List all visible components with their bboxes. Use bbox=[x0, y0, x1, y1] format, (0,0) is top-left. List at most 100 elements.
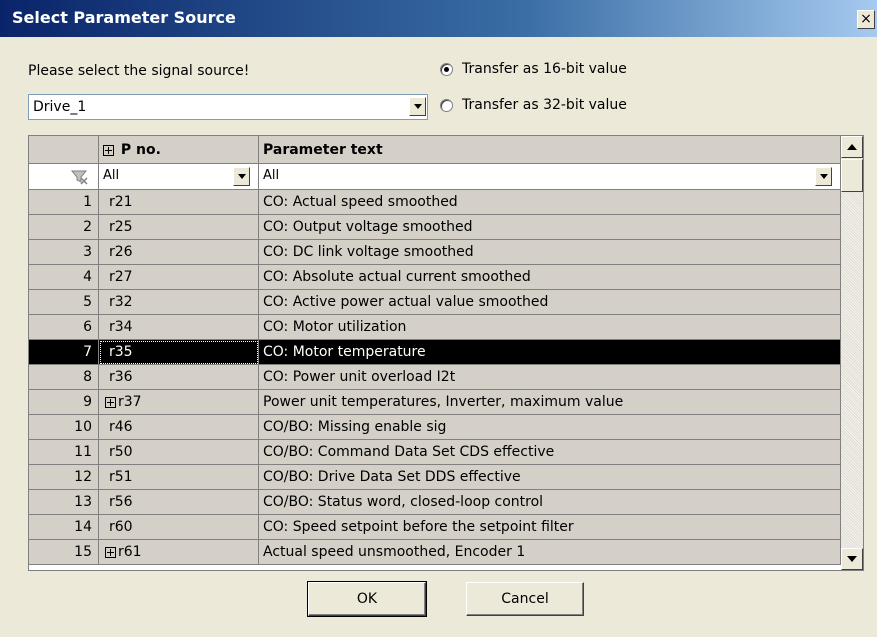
parameter-text-cell[interactable]: CO: Motor utilization bbox=[259, 315, 841, 340]
table-row[interactable]: 4 r27 CO: Absolute actual current smoothed bbox=[29, 265, 841, 290]
parameter-text-cell[interactable]: CO: Actual speed smoothed bbox=[259, 190, 841, 215]
parameter-text-cell[interactable]: CO: Output voltage smoothed bbox=[259, 215, 841, 240]
parameter-number-cell[interactable]: r37 bbox=[99, 390, 259, 415]
parameter-text-cell[interactable]: CO: Active power actual value smoothed bbox=[259, 290, 841, 315]
signal-source-dropdown[interactable]: Drive_1 bbox=[28, 94, 428, 120]
parameter-text-cell[interactable]: CO/BO: Missing enable sig bbox=[259, 415, 841, 440]
row-index-cell[interactable]: 5 bbox=[29, 290, 99, 315]
filter-text-dropdown-button[interactable] bbox=[815, 167, 832, 186]
parameter-grid[interactable]: P no. Parameter text All All 1 r21 CO: Act… bbox=[28, 135, 864, 571]
column-header-pno[interactable]: P no. bbox=[99, 136, 259, 164]
radio-16bit-indicator[interactable] bbox=[440, 62, 453, 76]
scroll-up-button[interactable] bbox=[841, 136, 863, 158]
parameter-number: r25 bbox=[109, 219, 133, 235]
radio-32bit[interactable]: Transfer as 32-bit value bbox=[440, 97, 627, 113]
row-index-cell[interactable]: 12 bbox=[29, 465, 99, 490]
radio-32bit-label: Transfer as 32-bit value bbox=[462, 97, 627, 113]
clear-filter-icon[interactable] bbox=[33, 164, 103, 188]
parameter-text-cell[interactable]: CO: DC link voltage smoothed bbox=[259, 240, 841, 265]
parameter-number-cell[interactable]: r26 bbox=[99, 240, 259, 265]
parameter-text-cell[interactable]: Actual speed unsmoothed, Encoder 1 bbox=[259, 540, 841, 565]
signal-source-dropdown-button[interactable] bbox=[409, 97, 426, 116]
table-row[interactable]: 15 r61 Actual speed unsmoothed, Encoder 1 bbox=[29, 540, 841, 565]
row-index-cell[interactable]: 7 bbox=[29, 340, 99, 365]
row-index-cell[interactable]: 13 bbox=[29, 490, 99, 515]
expand-icon[interactable] bbox=[105, 546, 116, 558]
table-row[interactable]: 13 r56 CO/BO: Status word, closed-loop con… bbox=[29, 490, 841, 515]
parameter-number-cell[interactable]: r56 bbox=[99, 490, 259, 515]
row-index-cell[interactable]: 6 bbox=[29, 315, 99, 340]
parameter-number-cell[interactable]: r50 bbox=[99, 440, 259, 465]
parameter-number: r51 bbox=[109, 469, 133, 485]
parameter-number: r60 bbox=[109, 519, 133, 535]
table-row[interactable]: 9 r37 Power unit temperatures, Inverter, m… bbox=[29, 390, 841, 415]
table-row[interactable]: 5 r32 CO: Active power actual value smooth… bbox=[29, 290, 841, 315]
scrollbar-track[interactable] bbox=[841, 136, 863, 570]
table-row[interactable]: 1 r21 CO: Actual speed smoothed bbox=[29, 190, 841, 215]
parameter-number-cell[interactable]: r36 bbox=[99, 365, 259, 390]
scroll-down-button[interactable] bbox=[841, 548, 863, 570]
parameter-number-cell[interactable]: r60 bbox=[99, 515, 259, 540]
scrollbar-thumb[interactable] bbox=[841, 159, 863, 192]
row-index-cell[interactable]: 15 bbox=[29, 540, 99, 565]
parameter-number: r50 bbox=[109, 444, 133, 460]
table-row[interactable]: 7 r35 CO: Motor temperature bbox=[29, 340, 841, 365]
parameter-number-cell[interactable]: r61 bbox=[99, 540, 259, 565]
radio-16bit[interactable]: Transfer as 16-bit value bbox=[440, 61, 627, 77]
title-bar[interactable]: Select Parameter Source × bbox=[0, 0, 877, 37]
close-button[interactable]: × bbox=[857, 10, 875, 29]
parameter-number: r61 bbox=[118, 544, 142, 560]
table-row[interactable]: 12 r51 CO/BO: Drive Data Set DDS effective bbox=[29, 465, 841, 490]
row-index-cell[interactable]: 9 bbox=[29, 390, 99, 415]
parameter-text-cell[interactable]: CO: Power unit overload I2t bbox=[259, 365, 841, 390]
row-index-cell[interactable]: 3 bbox=[29, 240, 99, 265]
parameter-number-cell[interactable]: r27 bbox=[99, 265, 259, 290]
parameter-number-cell[interactable]: r35 bbox=[99, 340, 259, 365]
table-row[interactable]: 8 r36 CO: Power unit overload I2t bbox=[29, 365, 841, 390]
row-index-cell[interactable]: 1 bbox=[29, 190, 99, 215]
parameter-number-cell[interactable]: r25 bbox=[99, 215, 259, 240]
table-row[interactable]: 6 r34 CO: Motor utilization bbox=[29, 315, 841, 340]
parameter-number: r56 bbox=[109, 494, 133, 510]
parameter-text-cell[interactable]: CO/BO: Status word, closed-loop control bbox=[259, 490, 841, 515]
parameter-text-cell[interactable]: CO: Motor temperature bbox=[259, 340, 841, 365]
expand-icon[interactable] bbox=[103, 144, 114, 156]
parameter-text-cell[interactable]: CO: Speed setpoint before the setpoint f… bbox=[259, 515, 841, 540]
filter-pno-dropdown-button[interactable] bbox=[233, 167, 250, 186]
row-index-cell[interactable]: 8 bbox=[29, 365, 99, 390]
parameter-number: r46 bbox=[109, 419, 133, 435]
table-row[interactable]: 2 r25 CO: Output voltage smoothed bbox=[29, 215, 841, 240]
row-index-cell[interactable]: 11 bbox=[29, 440, 99, 465]
filter-text-dropdown[interactable]: All bbox=[259, 164, 841, 189]
parameter-text-cell[interactable]: Power unit temperatures, Inverter, maxim… bbox=[259, 390, 841, 415]
row-index-cell[interactable]: 4 bbox=[29, 265, 99, 290]
row-index-cell[interactable]: 14 bbox=[29, 515, 99, 540]
parameter-number-cell[interactable]: r51 bbox=[99, 465, 259, 490]
radio-32bit-indicator[interactable] bbox=[440, 98, 453, 112]
parameter-text-cell[interactable]: CO: Absolute actual current smoothed bbox=[259, 265, 841, 290]
parameter-number: r35 bbox=[109, 344, 133, 360]
parameter-number-cell[interactable]: r21 bbox=[99, 190, 259, 215]
chevron-down-icon bbox=[237, 174, 246, 179]
parameter-number-cell[interactable]: r46 bbox=[99, 415, 259, 440]
table-row[interactable]: 3 r26 CO: DC link voltage smoothed bbox=[29, 240, 841, 265]
parameter-number-cell[interactable]: r34 bbox=[99, 315, 259, 340]
table-row[interactable]: 10 r46 CO/BO: Missing enable sig bbox=[29, 415, 841, 440]
filter-row: All All bbox=[29, 164, 841, 190]
filter-pno-dropdown[interactable]: All bbox=[99, 164, 259, 189]
table-row[interactable]: 11 r50 CO/BO: Command Data Set CDS effecti… bbox=[29, 440, 841, 465]
chevron-down-icon bbox=[819, 174, 828, 179]
parameter-number-cell[interactable]: r32 bbox=[99, 290, 259, 315]
parameter-text-cell[interactable]: CO/BO: Drive Data Set DDS effective bbox=[259, 465, 841, 490]
column-header-text[interactable]: Parameter text bbox=[259, 136, 841, 164]
ok-button[interactable]: OK bbox=[307, 581, 427, 617]
row-index-cell[interactable]: 10 bbox=[29, 415, 99, 440]
filter-pno-value: All bbox=[103, 168, 120, 183]
table-row[interactable]: 14 r60 CO: Speed setpoint before the setpo… bbox=[29, 515, 841, 540]
parameter-text-cell[interactable]: CO/BO: Command Data Set CDS effective bbox=[259, 440, 841, 465]
vertical-scrollbar[interactable] bbox=[841, 136, 863, 570]
cancel-button[interactable]: Cancel bbox=[466, 582, 584, 616]
parameter-number: r36 bbox=[109, 369, 133, 385]
expand-icon[interactable] bbox=[105, 396, 116, 408]
row-index-cell[interactable]: 2 bbox=[29, 215, 99, 240]
